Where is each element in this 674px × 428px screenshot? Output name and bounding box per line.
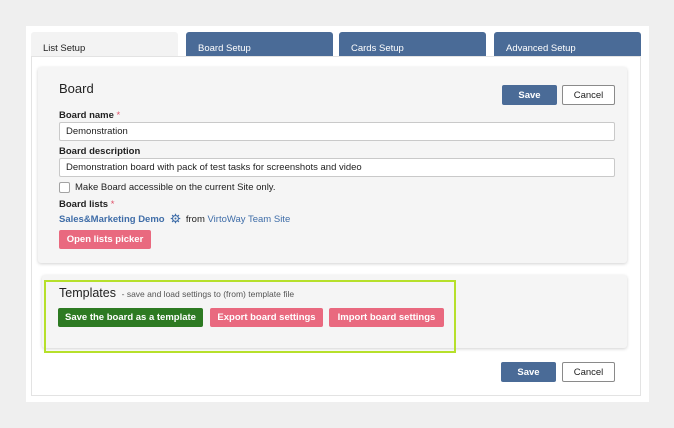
site-only-checkbox[interactable] — [59, 182, 70, 193]
required-mark: * — [110, 199, 115, 210]
tab-board-setup[interactable]: Board Setup — [186, 32, 333, 56]
footer-cancel-button[interactable]: Cancel — [562, 362, 615, 382]
board-lists-label: Board lists * — [59, 199, 114, 210]
tab-panel: Board Save Cancel Board name * Demonstra… — [31, 56, 641, 396]
site-name-link[interactable]: VirtoWay Team Site — [208, 214, 291, 225]
save-as-template-button[interactable]: Save the board as a template — [58, 308, 203, 327]
board-description-input[interactable]: Demonstration board with pack of test ta… — [59, 158, 615, 177]
board-name-input[interactable]: Demonstration — [59, 122, 615, 141]
save-button[interactable]: Save — [502, 85, 557, 105]
board-name-label: Board name * — [59, 110, 120, 121]
tab-list-setup[interactable]: List Setup — [31, 32, 178, 56]
templates-card: Templates - save and load settings to (f… — [42, 275, 627, 348]
site-only-label: Make Board accessible on the current Sit… — [75, 182, 276, 193]
tab-bar: List Setup Board Setup Cards Setup Advan… — [31, 32, 643, 56]
footer-save-button[interactable]: Save — [501, 362, 556, 382]
board-card: Board Save Cancel Board name * Demonstra… — [38, 67, 627, 263]
templates-title: Templates — [59, 286, 116, 300]
board-list-row: Sales&Marketing Demo from VirtoWay Team … — [59, 213, 290, 227]
required-mark: * — [116, 110, 121, 121]
board-lists-label-text: Board lists — [59, 199, 109, 210]
templates-subtitle: - save and load settings to (from) templ… — [121, 289, 295, 299]
tab-advanced-setup[interactable]: Advanced Setup — [494, 32, 641, 56]
list-name-link[interactable]: Sales&Marketing Demo — [59, 214, 165, 225]
board-name-label-text: Board name — [59, 110, 114, 121]
settings-frame: List Setup Board Setup Cards Setup Advan… — [26, 26, 649, 402]
gear-icon[interactable] — [170, 213, 181, 227]
cancel-button[interactable]: Cancel — [562, 85, 615, 105]
from-text: from — [185, 214, 205, 225]
open-lists-picker-button[interactable]: Open lists picker — [59, 230, 151, 249]
gear-icon-svg — [170, 213, 181, 224]
board-description-label: Board description — [59, 146, 141, 157]
board-title: Board — [59, 81, 94, 96]
templates-heading: Templates - save and load settings to (f… — [59, 286, 294, 300]
export-board-settings-button[interactable]: Export board settings — [210, 308, 323, 327]
import-board-settings-button[interactable]: Import board settings — [329, 308, 444, 327]
tab-cards-setup[interactable]: Cards Setup — [339, 32, 486, 56]
